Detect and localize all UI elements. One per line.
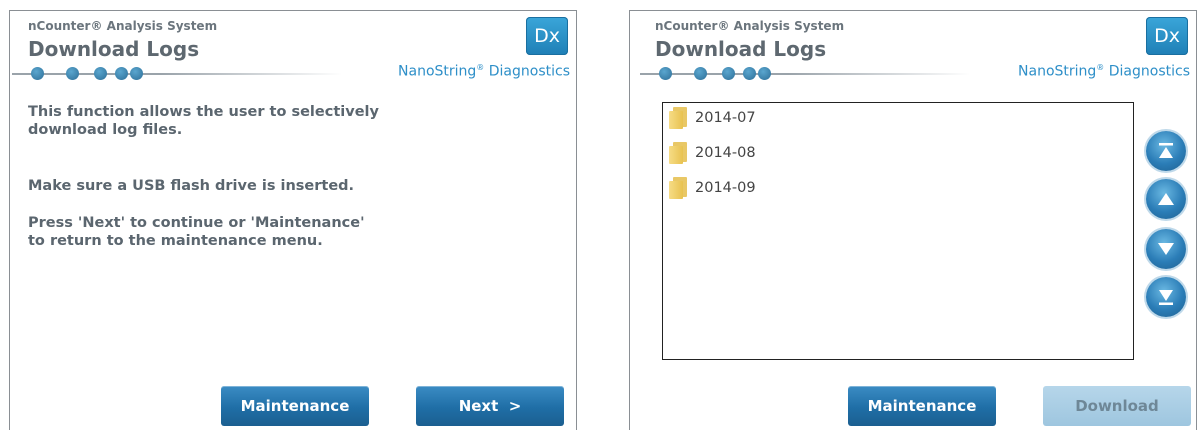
folder-icon	[669, 107, 689, 129]
folder-icon	[669, 142, 689, 164]
next-button[interactable]: Next >	[416, 386, 564, 426]
folder-icon	[669, 177, 689, 199]
maintenance-button[interactable]: Maintenance	[848, 386, 996, 426]
page-title: Download Logs	[28, 37, 200, 61]
folder-item[interactable]: 2014-08	[669, 140, 756, 166]
system-name: nCounter® Analysis System	[655, 19, 845, 33]
intro-screen: nCounter® Analysis System Download Logs …	[9, 10, 577, 430]
folder-select-screen: nCounter® Analysis System Download Logs …	[629, 10, 1197, 430]
dx-badge: Dx	[526, 17, 568, 55]
scroll-up-icon	[1158, 193, 1174, 205]
brand-name: NanoString	[398, 63, 477, 80]
folder-label: 2014-08	[695, 145, 756, 161]
progress-dot	[94, 67, 107, 80]
scroll-to-top-button[interactable]	[1146, 131, 1186, 171]
scroll-down-button[interactable]	[1146, 229, 1186, 269]
usb-instruction-text: Make sure a USB flash drive is inserted.	[28, 178, 355, 194]
progress-dot	[31, 67, 44, 80]
description-text: This function allows the user to selecti…	[28, 104, 379, 138]
step-progress	[640, 67, 970, 81]
progress-dot	[130, 67, 143, 80]
page-title: Download Logs	[655, 37, 827, 61]
step-progress	[12, 67, 342, 81]
folder-item[interactable]: 2014-09	[669, 175, 756, 201]
brand-suffix: Diagnostics	[1108, 63, 1190, 80]
download-button[interactable]: Download	[1043, 386, 1191, 426]
progress-dot	[66, 67, 79, 80]
system-name: nCounter® Analysis System	[28, 19, 218, 33]
brand-name: NanoString	[1018, 63, 1097, 80]
scroll-up-button[interactable]	[1146, 179, 1186, 219]
folder-label: 2014-07	[695, 110, 756, 126]
progress-dot	[115, 67, 128, 80]
brand-suffix: Diagnostics	[488, 63, 570, 80]
scroll-to-top-icon	[1159, 143, 1173, 158]
scroll-to-bottom-button[interactable]	[1146, 277, 1186, 317]
folder-list[interactable]: 2014-07 2014-08 2014-09	[662, 102, 1134, 360]
scroll-down-icon	[1158, 243, 1174, 255]
folder-item[interactable]: 2014-07	[669, 105, 756, 131]
folder-label: 2014-09	[695, 180, 756, 196]
dx-badge: Dx	[1146, 17, 1188, 55]
progress-dot	[722, 67, 735, 80]
scroll-to-bottom-icon	[1159, 290, 1173, 305]
brand-logo: NanoString® Diagnostics	[398, 63, 570, 80]
progress-dot	[758, 67, 771, 80]
maintenance-button[interactable]: Maintenance	[221, 386, 369, 426]
progress-dot	[743, 67, 756, 80]
navigation-instruction-text: Press 'Next' to continue or 'Maintenance…	[28, 215, 365, 249]
progress-dot	[694, 67, 707, 80]
brand-logo: NanoString® Diagnostics	[1018, 63, 1190, 80]
progress-dot	[659, 67, 672, 80]
